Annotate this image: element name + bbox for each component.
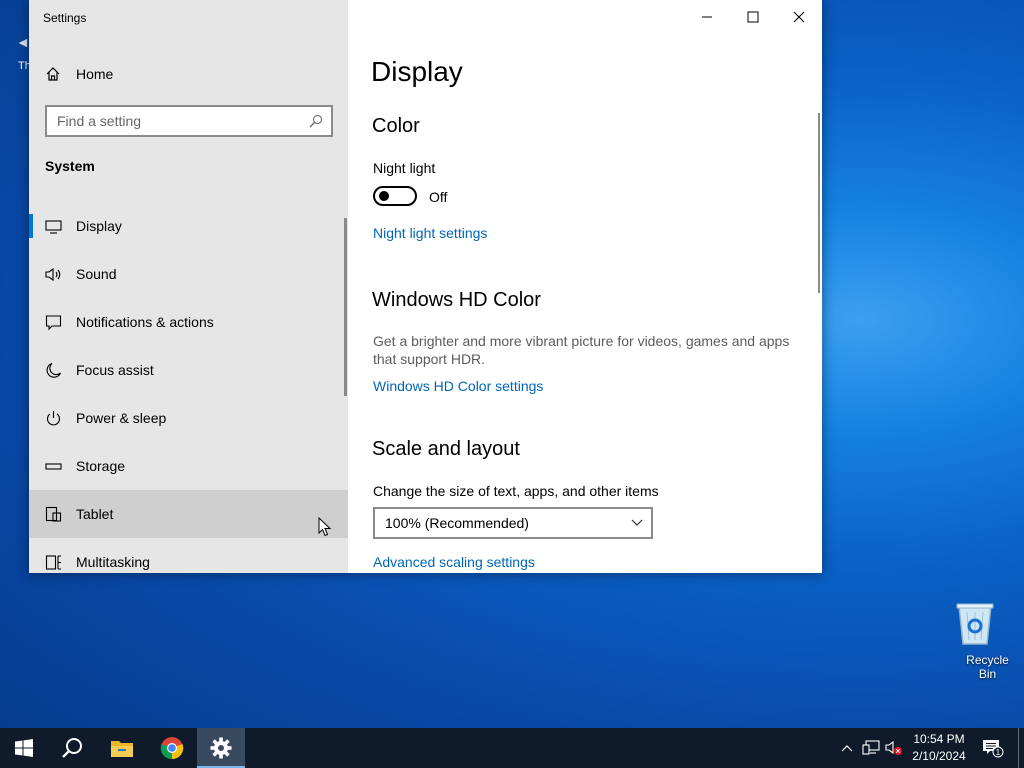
sidebar-item-sound[interactable]: Sound xyxy=(29,250,348,298)
home-nav[interactable]: Home xyxy=(45,62,113,86)
night-light-state: Off xyxy=(429,189,448,205)
settings-button[interactable] xyxy=(197,728,245,768)
sidebar-item-label: Power & sleep xyxy=(76,410,167,426)
chevron-up-icon xyxy=(841,745,853,752)
show-desktop-button[interactable] xyxy=(1018,728,1019,768)
search-button[interactable] xyxy=(48,728,96,768)
start-button[interactable] xyxy=(0,728,48,768)
hd-color-settings-link[interactable]: Windows HD Color settings xyxy=(373,378,543,394)
action-center-button[interactable]: 1 xyxy=(982,728,1004,768)
window-title: Settings xyxy=(43,11,87,25)
search-input[interactable] xyxy=(57,113,309,129)
scale-layout-heading: Scale and layout xyxy=(372,438,520,460)
minimize-icon xyxy=(702,16,712,17)
notification-icon xyxy=(45,314,62,331)
chevron-down-icon xyxy=(631,519,643,526)
notification-count: 1 xyxy=(996,748,1001,757)
scale-dropdown[interactable]: 100% (Recommended) xyxy=(373,507,653,539)
maximize-icon xyxy=(747,11,759,22)
sidebar-item-storage[interactable]: Storage xyxy=(29,442,348,490)
page-title: Display xyxy=(371,56,463,87)
hd-color-description: Get a brighter and more vibrant picture … xyxy=(373,333,790,367)
sidebar-item-power-sleep[interactable]: Power & sleep xyxy=(29,394,348,442)
sidebar: Settings Home System Display xyxy=(29,0,348,573)
recycle-bin-label: Recycle Bin xyxy=(966,653,1009,681)
color-heading: Color xyxy=(372,115,420,137)
monitor-icon xyxy=(45,218,62,235)
file-explorer-icon xyxy=(111,741,133,757)
moon-icon xyxy=(45,362,62,379)
sidebar-item-label: Sound xyxy=(76,266,117,282)
sidebar-item-display[interactable]: Display xyxy=(29,202,348,250)
minimize-button[interactable] xyxy=(684,0,730,33)
maximize-button[interactable] xyxy=(730,0,776,33)
power-icon xyxy=(45,410,62,427)
sidebar-item-label: Tablet xyxy=(76,506,114,522)
show-hidden-icons-button[interactable] xyxy=(838,728,856,768)
hd-color-heading: Windows HD Color xyxy=(372,289,541,311)
mouse-cursor-icon xyxy=(318,517,332,537)
scale-dropdown-value: 100% (Recommended) xyxy=(385,515,529,531)
recycle-bin-icon xyxy=(956,603,994,645)
speaker-icon xyxy=(45,266,62,283)
night-light-toggle[interactable] xyxy=(373,186,417,206)
file-explorer-button[interactable] xyxy=(98,728,146,768)
sidebar-item-label: Focus assist xyxy=(76,362,154,378)
sidebar-item-notifications[interactable]: Notifications & actions xyxy=(29,298,348,346)
system-section-label: System xyxy=(45,158,95,174)
home-icon xyxy=(46,67,60,81)
content-scrollbar[interactable] xyxy=(818,113,820,293)
home-label: Home xyxy=(76,66,114,82)
search-icon xyxy=(62,738,82,758)
settings-window: Settings Home System Display xyxy=(29,0,822,573)
night-light-label: Night light xyxy=(373,160,436,176)
multitasking-icon xyxy=(45,554,62,571)
content-pane: Display Color Night light Off Night ligh… xyxy=(348,0,822,573)
volume-button[interactable] xyxy=(884,728,904,768)
storage-icon xyxy=(45,458,62,475)
chrome-icon xyxy=(160,737,184,760)
toggle-knob xyxy=(379,191,389,201)
windows-start-icon xyxy=(15,739,33,757)
taskbar: 10:54 PM 2/10/2024 1 xyxy=(0,728,1024,768)
scale-label: Change the size of text, apps, and other… xyxy=(373,483,659,499)
sidebar-item-multitasking[interactable]: Multitasking xyxy=(29,538,348,573)
sidebar-item-label: Notifications & actions xyxy=(76,314,214,330)
sidebar-scrollbar[interactable] xyxy=(344,218,347,396)
advanced-scaling-link[interactable]: Advanced scaling settings xyxy=(373,554,535,570)
search-box[interactable] xyxy=(45,105,333,137)
network-icon xyxy=(862,740,880,755)
sidebar-item-label: Storage xyxy=(76,458,126,474)
clock-date: 2/10/2024 xyxy=(912,749,966,763)
night-light-settings-link[interactable]: Night light settings xyxy=(373,225,487,241)
clock-time: 10:54 PM xyxy=(913,732,965,746)
network-button[interactable] xyxy=(861,728,881,768)
shortcut-arrow-icon: ◄ xyxy=(16,34,30,50)
chrome-button[interactable] xyxy=(148,728,196,768)
sidebar-item-tablet[interactable]: Tablet xyxy=(29,490,348,538)
system-clock[interactable]: 10:54 PM 2/10/2024 xyxy=(906,731,972,765)
recycle-bin[interactable]: Recycle Bin xyxy=(940,600,1010,681)
tablet-icon xyxy=(45,506,62,523)
settings-gear-icon xyxy=(210,737,232,759)
sidebar-item-focus-assist[interactable]: Focus assist xyxy=(29,346,348,394)
notification-icon: 1 xyxy=(983,740,1004,758)
sidebar-item-label: Display xyxy=(76,218,122,234)
desktop-shortcut[interactable]: ◄ Th xyxy=(14,34,31,74)
volume-muted-icon xyxy=(885,740,902,755)
close-icon xyxy=(793,11,805,22)
sidebar-item-label: Multitasking xyxy=(76,554,150,570)
close-button[interactable] xyxy=(776,0,822,33)
search-icon xyxy=(309,114,323,128)
